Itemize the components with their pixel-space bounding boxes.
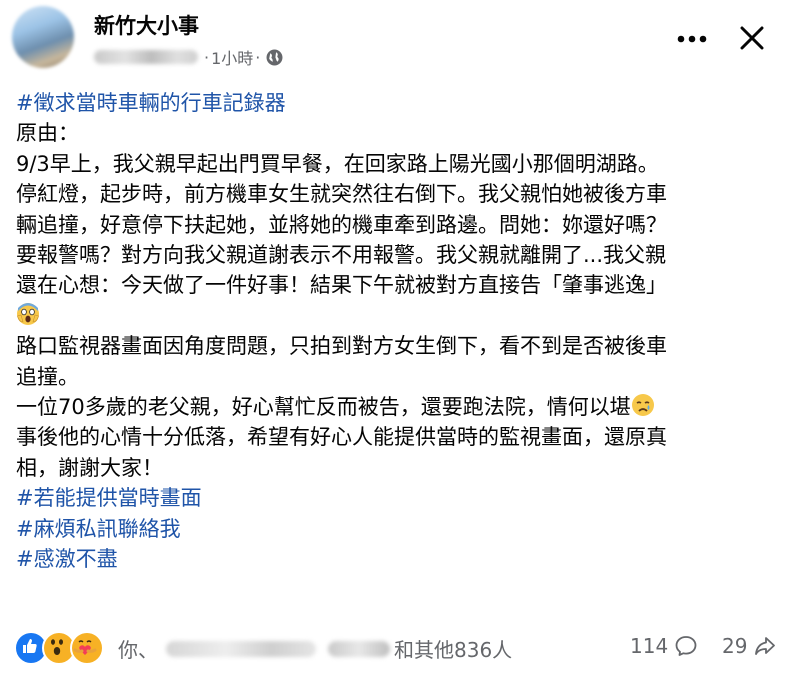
text-line: 停紅燈，起步時，前方機車女生就突然往右倒下。我父親怕她被後方車 [16,182,667,207]
page-avatar[interactable] [12,6,74,68]
share-count-value: 29 [722,634,748,658]
hashtag-link[interactable]: #感激不盡 [16,544,786,574]
reaction-count-text: 和其他836人 [394,638,513,662]
more-options-button[interactable] [674,24,710,54]
page-name[interactable]: 新竹大小事 [94,10,199,40]
text-line: 輛追撞，好意停下扶起她，並將她的機車牽到路邊。問她：妳還好嗎？ [16,212,667,237]
post-body: #徵求當時車輛的行車記錄器 原由： 9/3早上，我父親早起出門買早餐，在回家路上… [16,88,786,575]
sad-face-emoji [631,394,654,417]
post-footer: 你、 和其他836人 114 29 [14,630,789,666]
text-line: 還在心想：今天做了一件好事！結果下午就被對方直接告「肇事逃逸」 [16,273,667,298]
comment-count[interactable]: 114 [630,634,698,658]
reacted-you: 你、 [118,638,158,662]
text-line: 原由： [16,121,79,146]
post-meta: · 1小時 · [94,44,283,70]
screaming-face-emoji [17,302,39,325]
blurred-friend-name [166,640,316,657]
comment-icon [675,636,697,656]
text-line: 路口監視器畫面因角度問題，只拍到對方女生倒下，看不到是否被後車 [16,334,667,359]
hashtag-link[interactable]: #若能提供當時畫面 [16,483,786,513]
blurred-author-name [94,50,198,64]
more-icon [677,35,707,43]
hashtag-link[interactable]: #麻煩私訊聯絡我 [16,514,786,544]
comment-count-value: 114 [630,634,669,658]
reacted-by-summary[interactable]: 你、 和其他836人 [118,634,512,663]
care-icon [70,631,104,665]
meta-separator-2: · [255,47,261,67]
meta-separator: · [204,47,210,67]
text-line: 事後他的心情十分低落，希望有好心人能提供當時的監視畫面，還原真 [16,425,667,450]
share-count[interactable]: 29 [722,634,777,658]
text-line: 9/3早上，我父親早起出門買早餐，在回家路上陽光國小那個明湖路。 [16,151,659,176]
reaction-icons[interactable] [14,630,104,666]
globe-icon [266,49,283,65]
post-time[interactable]: 1小時 [211,45,253,69]
hashtag-link[interactable]: #徵求當時車輛的行車記錄器 [16,88,786,118]
text-line: 相，謝謝大家！ [16,455,163,480]
emoji-line [16,301,786,331]
text-line: 要報警嗎？對方向我父親道謝表示不用報警。我父親就離開了...我父親 [16,243,667,268]
text-line: 一位70多歲的老父親，好心幫忙反而被告，還要跑法院，情何以堪 [16,395,631,420]
blurred-friend-name [328,640,390,657]
text-line-with-emoji: 一位70多歲的老父親，好心幫忙反而被告，還要跑法院，情何以堪 [16,392,786,422]
facebook-post: 新竹大小事 · 1小時 · #徵求當時車輛的行車記錄器 原由： 9/3早上，我父… [0,0,799,678]
share-icon [755,637,776,655]
close-button[interactable] [734,20,770,56]
close-icon [740,26,764,50]
text-line: 追撞。 [16,364,79,389]
